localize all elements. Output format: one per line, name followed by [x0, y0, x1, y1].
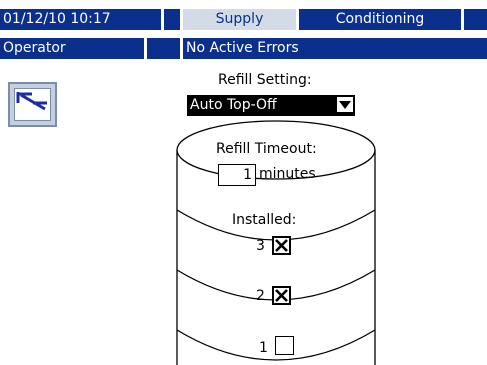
datetime-display: 01/12/10 10:17: [0, 9, 161, 30]
refill-setting-select[interactable]: Auto Top-Off: [187, 95, 355, 116]
tank-level-icon: [14, 88, 51, 121]
refill-timeout-unit: minutes: [259, 166, 316, 182]
header-blank-cell: [464, 9, 487, 30]
refill-timeout-input[interactable]: 1: [218, 164, 256, 186]
drum-number: 2: [256, 288, 265, 304]
drum-3-installed-checkbox[interactable]: [272, 236, 291, 255]
refill-timeout-label: Refill Timeout:: [216, 141, 317, 157]
tank-level-button[interactable]: [8, 82, 57, 127]
header-blank-cell: [147, 38, 180, 59]
installed-label: Installed:: [232, 212, 297, 228]
refill-setting-value: Auto Top-Off: [190, 97, 277, 113]
drum-2-installed-checkbox[interactable]: [272, 286, 291, 305]
drum-number: 1: [259, 340, 268, 356]
header-blank-cell: [164, 9, 180, 30]
refill-setting-label: Refill Setting:: [218, 72, 312, 88]
user-display: Operator: [0, 38, 144, 59]
tab-supply[interactable]: Supply: [183, 9, 296, 30]
drum-number: 3: [256, 238, 265, 254]
error-status: No Active Errors: [183, 38, 487, 59]
tab-conditioning[interactable]: Conditioning: [299, 9, 461, 30]
dropdown-arrow-icon[interactable]: [337, 97, 353, 112]
drum-1-installed-checkbox[interactable]: [275, 336, 294, 355]
